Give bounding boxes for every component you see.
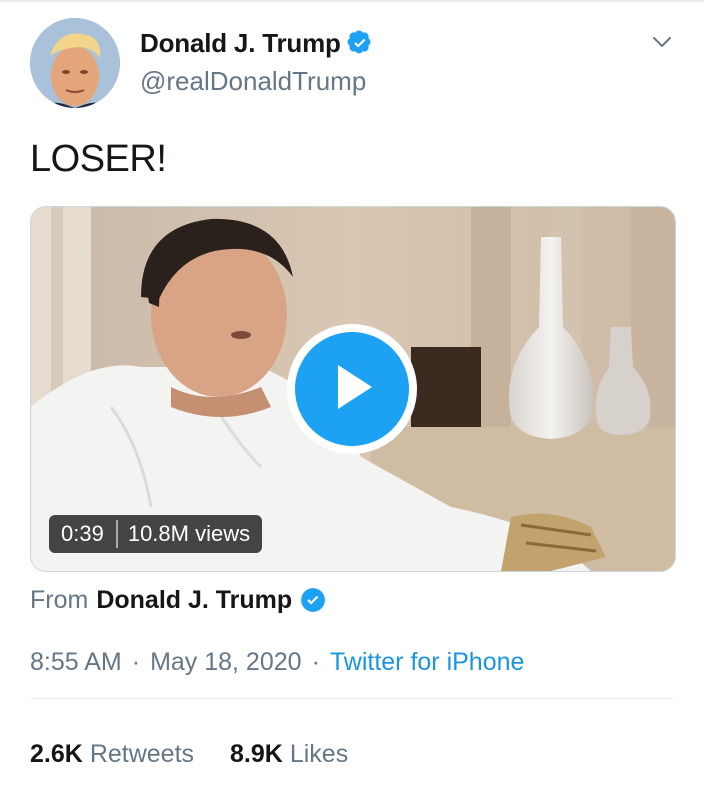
tweet-text: LOSER! (30, 138, 167, 180)
top-divider (0, 0, 704, 2)
retweets-label: Retweets (89, 739, 195, 768)
meta-separator: · (311, 647, 320, 676)
video-meta-badge: 0:39 10.8M views (49, 515, 263, 553)
tweet-date[interactable]: May 18, 2020 (150, 648, 302, 677)
likes-count: 8.9K (230, 739, 283, 768)
play-icon (324, 359, 380, 420)
author-names: Donald J. Trump @realDonaldTrump (140, 26, 373, 97)
play-button[interactable] (287, 324, 417, 454)
tweet-meta: 8:55 AM · May 18, 2020 · Twitter for iPh… (30, 646, 524, 678)
profile-photo (30, 18, 120, 108)
tweet-time[interactable]: 8:55 AM (30, 648, 122, 677)
video-attribution: From Donald J. Trump (30, 584, 326, 616)
verified-badge-icon (347, 30, 373, 56)
likes-stat[interactable]: 8.9K Likes (230, 740, 348, 769)
retweets-stat[interactable]: 2.6K Retweets (30, 740, 194, 769)
video-duration: 0:39 (61, 521, 104, 546)
verified-badge-icon (300, 587, 326, 613)
from-label: From (30, 585, 89, 614)
display-name[interactable]: Donald J. Trump (140, 28, 341, 59)
meta-separator: · (131, 647, 141, 676)
retweets-count: 2.6K (30, 739, 83, 768)
play-button-circle (295, 332, 409, 446)
likes-label: Likes (289, 739, 349, 768)
stats-divider (30, 698, 674, 699)
tweet-source-link[interactable]: Twitter for iPhone (330, 648, 525, 677)
chevron-down-icon[interactable] (650, 30, 674, 54)
tweet-header: Donald J. Trump @realDonaldTrump (30, 18, 680, 110)
display-name-row: Donald J. Trump (140, 26, 373, 60)
avatar[interactable] (30, 18, 120, 108)
author-handle[interactable]: @realDonaldTrump (140, 66, 373, 97)
video-views: 10.8M views (127, 521, 251, 546)
attribution-name[interactable]: Donald J. Trump (96, 586, 292, 615)
video-player[interactable]: 0:39 10.8M views (30, 206, 676, 572)
tweet-stats: 2.6K Retweets 8.9K Likes (30, 738, 348, 770)
